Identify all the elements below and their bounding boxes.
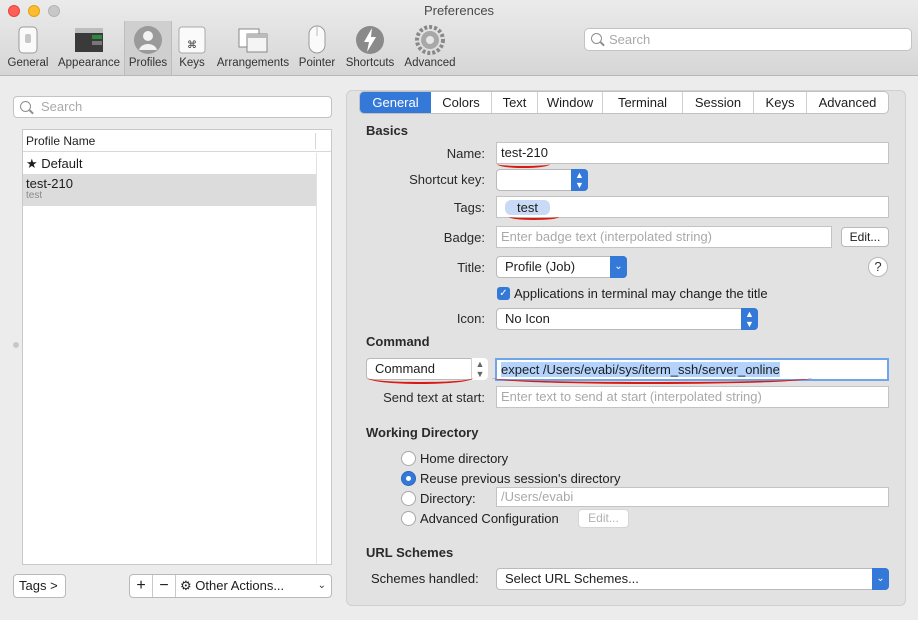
shortcut-key-popup[interactable]: ▲ ▼ xyxy=(496,169,588,191)
command-heading: Command xyxy=(366,334,430,349)
badge-label: Badge: xyxy=(443,230,485,245)
stepper-arrows-icon: ▲ ▼ xyxy=(741,308,758,330)
lightning-icon xyxy=(355,25,385,55)
badge-edit-button[interactable]: Edit... xyxy=(841,227,889,247)
switch-icon xyxy=(13,25,43,55)
profile-row-test-210[interactable]: test-210 test xyxy=(23,174,316,206)
annotation-underline-tags xyxy=(509,214,559,220)
toolbar-appearance[interactable]: Appearance xyxy=(55,21,123,75)
help-button[interactable]: ? xyxy=(868,257,888,277)
tab-window[interactable]: Window xyxy=(538,92,603,113)
terminal-window-icon xyxy=(74,25,104,55)
tab-colors[interactable]: Colors xyxy=(431,92,492,113)
tab-text[interactable]: Text xyxy=(492,92,538,113)
annotation-underline-name xyxy=(497,160,550,168)
tab-keys[interactable]: Keys xyxy=(754,92,807,113)
profile-list: Profile Name ★ Default test-210 test xyxy=(22,129,332,565)
radio-directory-label: Directory: xyxy=(420,491,476,506)
chevron-down-icon: ⌄ xyxy=(872,568,889,590)
annotation-underline-command-mode xyxy=(368,372,473,384)
chevron-down-icon: ⌄ xyxy=(610,256,627,278)
working-directory-heading: Working Directory xyxy=(366,425,479,440)
tab-advanced[interactable]: Advanced xyxy=(807,92,888,113)
search-icon xyxy=(591,33,602,44)
tab-general[interactable]: General xyxy=(360,92,431,113)
settings-tab-bar: General Colors Text Window Terminal Sess… xyxy=(359,91,889,114)
radio-home-directory-label: Home directory xyxy=(420,451,509,466)
advanced-config-edit-button[interactable]: Edit... xyxy=(578,509,629,528)
tab-terminal[interactable]: Terminal xyxy=(603,92,683,113)
split-handle[interactable] xyxy=(13,342,19,348)
gear-icon xyxy=(415,25,445,55)
title-label: Title: xyxy=(457,260,485,275)
windows-icon xyxy=(238,25,268,55)
profile-row-default[interactable]: ★ Default xyxy=(23,154,316,174)
tags-label: Tags: xyxy=(453,200,485,215)
icon-popup[interactable]: No Icon ▲ ▼ xyxy=(496,308,758,330)
toolbar-arrangements[interactable]: Arrangements xyxy=(214,21,292,75)
svg-text:⌘: ⌘ xyxy=(187,40,197,51)
basics-heading: Basics xyxy=(366,123,408,138)
profile-settings-panel xyxy=(346,90,906,606)
toolbar-keys[interactable]: ⌘ Keys xyxy=(174,21,210,75)
directory-path-field[interactable]: /Users/evabi xyxy=(496,487,889,507)
radio-advanced-configuration[interactable] xyxy=(401,511,416,526)
toolbar-search-input[interactable]: Search xyxy=(584,28,912,51)
toolbar-shortcuts[interactable]: Shortcuts xyxy=(342,21,398,75)
radio-directory[interactable] xyxy=(401,491,416,506)
tag-token[interactable]: test xyxy=(505,200,550,215)
shortcut-key-label: Shortcut key: xyxy=(409,172,485,187)
remove-profile-button[interactable]: − xyxy=(153,575,176,597)
radio-advanced-configuration-label: Advanced Configuration xyxy=(420,511,559,526)
icon-label: Icon: xyxy=(456,311,485,326)
chevron-down-icon: ⌄ xyxy=(317,580,326,591)
stepper-arrows-icon: ▲ ▼ xyxy=(571,169,588,191)
name-label: Name: xyxy=(446,146,485,161)
tags-toggle-button[interactable]: Tags > xyxy=(13,574,66,598)
title-popup[interactable]: Profile (Job) ⌄ xyxy=(496,256,627,278)
window-title: Preferences xyxy=(423,3,495,18)
mouse-icon xyxy=(302,25,332,55)
toolbar-general[interactable]: General xyxy=(4,21,52,75)
toolbar-advanced[interactable]: Advanced xyxy=(402,21,458,75)
badge-field[interactable]: Enter badge text (interpolated string) xyxy=(496,226,832,248)
search-icon xyxy=(20,101,31,112)
url-schemes-popup[interactable]: Select URL Schemes... ⌄ xyxy=(496,568,889,590)
send-text-field[interactable]: Enter text to send at start (interpolate… xyxy=(496,386,889,408)
url-schemes-heading: URL Schemes xyxy=(366,545,454,560)
title-change-checkbox[interactable]: ✓ xyxy=(497,287,510,300)
schemes-handled-label: Schemes handled: xyxy=(371,571,479,586)
toolbar-profiles[interactable]: Profiles xyxy=(124,21,172,75)
command-key-icon: ⌘ xyxy=(177,25,207,55)
person-icon xyxy=(133,25,163,55)
send-text-label: Send text at start: xyxy=(383,390,485,405)
name-field[interactable]: test-210 xyxy=(496,142,889,164)
toolbar-pointer[interactable]: Pointer xyxy=(296,21,338,75)
title-change-checkbox-label: Applications in terminal may change the … xyxy=(514,286,768,301)
radio-reuse-directory[interactable] xyxy=(401,471,416,486)
radio-home-directory[interactable] xyxy=(401,451,416,466)
gear-icon: ⚙ xyxy=(180,578,192,593)
tab-session[interactable]: Session xyxy=(683,92,754,113)
stepper-arrows-icon: ▲ ▼ xyxy=(471,358,488,380)
add-profile-button[interactable]: + xyxy=(130,575,153,597)
profile-search-input[interactable]: Search xyxy=(13,96,332,118)
other-actions-button[interactable]: ⚙ Other Actions... ⌄ xyxy=(176,575,331,597)
annotation-underline-command xyxy=(492,372,812,384)
radio-reuse-directory-label: Reuse previous session's directory xyxy=(420,471,621,486)
profile-actions-bar: + − ⚙ Other Actions... ⌄ xyxy=(129,574,332,598)
